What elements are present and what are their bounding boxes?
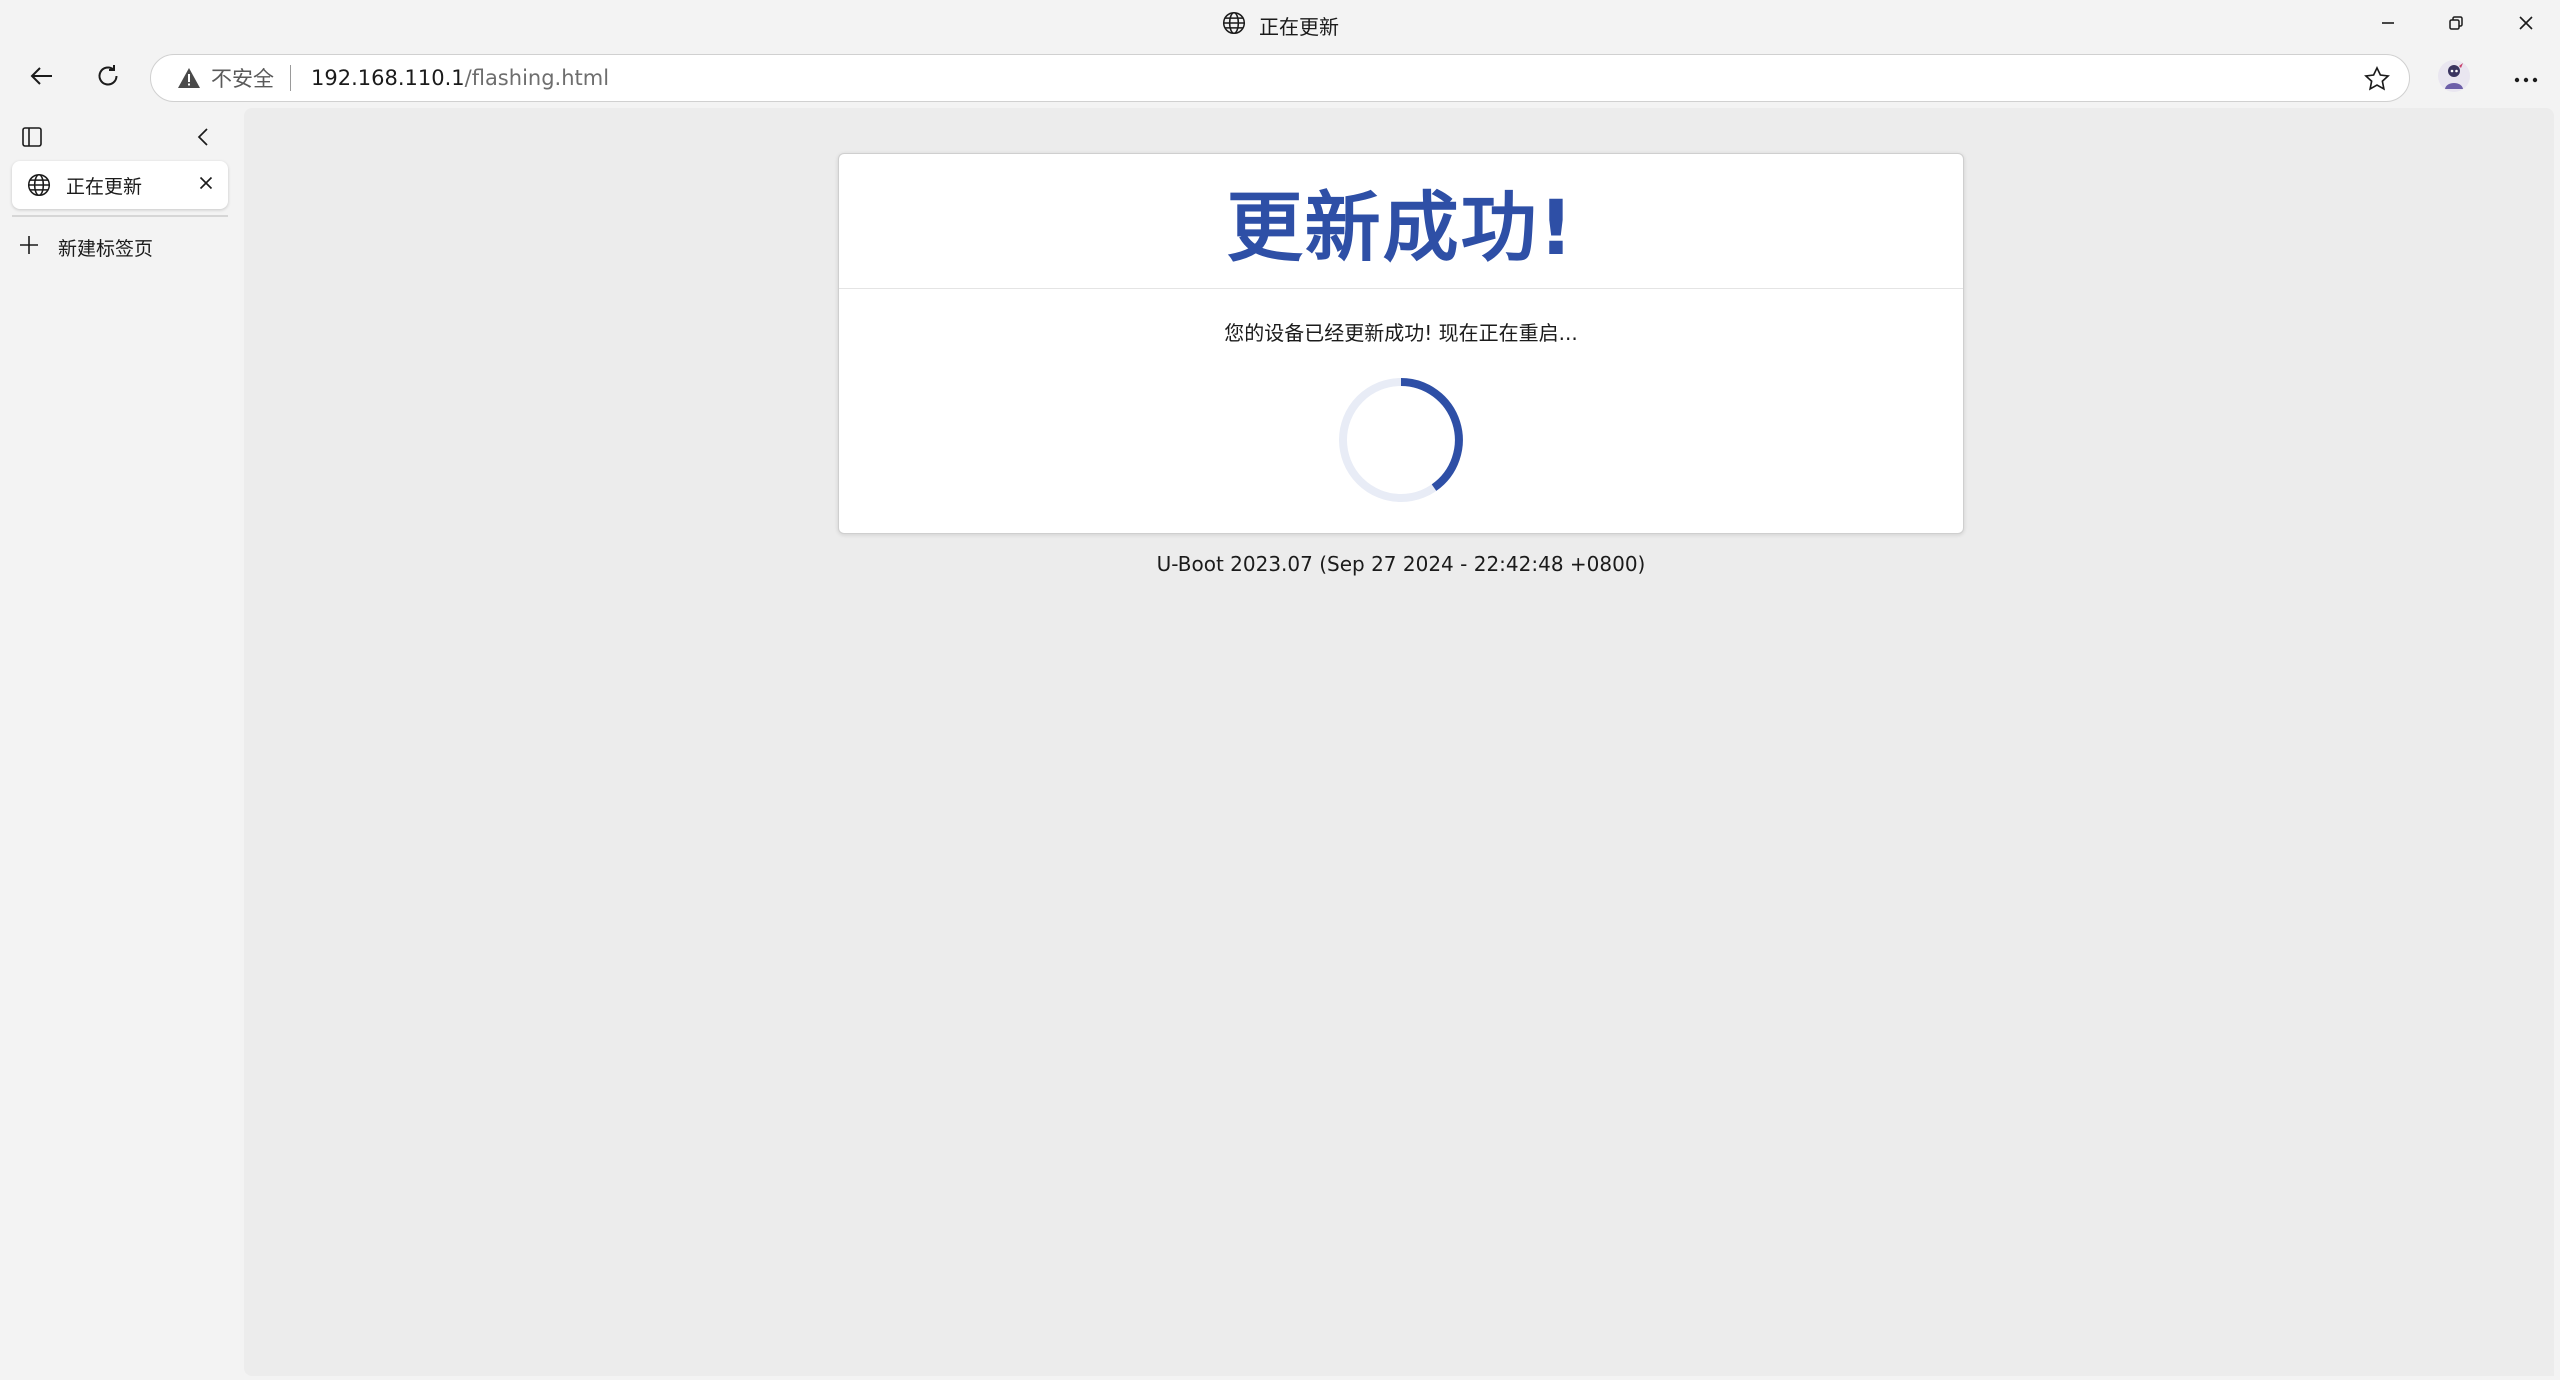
back-button[interactable] <box>18 54 66 102</box>
plus-icon <box>18 234 40 260</box>
restore-icon <box>2447 14 2465 36</box>
address-divider <box>290 65 291 91</box>
tab-close-button[interactable] <box>194 173 218 197</box>
firmware-version: U-Boot 2023.07 (Sep 27 2024 - 22:42:48 +… <box>1156 552 1646 576</box>
tab-actions-button[interactable] <box>20 125 44 153</box>
tab-divider <box>12 215 228 217</box>
browser-toolbar: 不安全 192.168.110.1/flashing.html <box>0 50 2560 105</box>
status-card: 更新成功! 您的设备已经更新成功! 现在正在重启... <box>838 153 1964 534</box>
globe-icon <box>1221 10 1247 41</box>
close-icon <box>2516 13 2536 37</box>
window-title: 正在更新 <box>0 9 2560 41</box>
url-path: /flashing.html <box>464 66 610 90</box>
loading-spinner <box>1337 376 1465 504</box>
url-host: 192.168.110.1 <box>311 66 465 90</box>
close-icon <box>197 174 215 196</box>
chevron-left-icon <box>192 128 216 153</box>
new-tab-label: 新建标签页 <box>58 237 154 260</box>
tab-label: 正在更新 <box>66 175 143 198</box>
status-message: 您的设备已经更新成功! 现在正在重启... <box>1224 321 1578 345</box>
restore-button[interactable] <box>2422 0 2490 50</box>
close-window-button[interactable] <box>2492 0 2560 50</box>
security-label[interactable]: 不安全 <box>211 63 274 93</box>
refresh-button[interactable] <box>84 54 132 102</box>
page-title: 更新成功! <box>1226 183 1576 272</box>
tab-updating[interactable]: 正在更新 <box>12 161 228 209</box>
window-title-text: 正在更新 <box>1259 14 1339 39</box>
address-bar[interactable]: 不安全 192.168.110.1/flashing.html <box>150 54 2410 102</box>
globe-icon <box>26 172 52 198</box>
warning-icon[interactable] <box>177 67 201 89</box>
new-tab-button[interactable]: 新建标签页 <box>18 227 153 267</box>
refresh-icon <box>94 62 122 94</box>
more-button[interactable] <box>2502 54 2550 102</box>
star-icon <box>2363 66 2391 97</box>
title-bar: 正在更新 <box>0 0 2560 50</box>
card-header: 更新成功! <box>839 154 1963 289</box>
profile-button[interactable] <box>2430 54 2478 102</box>
page-viewport: 更新成功! 您的设备已经更新成功! 现在正在重启... U-Boot 2023.… <box>244 108 2554 1376</box>
back-arrow-icon <box>28 62 56 94</box>
minimize-button[interactable] <box>2354 0 2422 50</box>
favorite-button[interactable] <box>2363 65 2391 97</box>
more-icon <box>2513 69 2539 88</box>
sidebar-header <box>0 117 242 157</box>
vertical-tabs-sidebar: 正在更新 新建标签页 <box>0 105 242 1380</box>
avatar <box>2437 59 2471 97</box>
minimize-icon <box>2379 14 2397 36</box>
tab-actions-icon <box>20 127 44 153</box>
collapse-sidebar-button[interactable] <box>192 125 216 153</box>
